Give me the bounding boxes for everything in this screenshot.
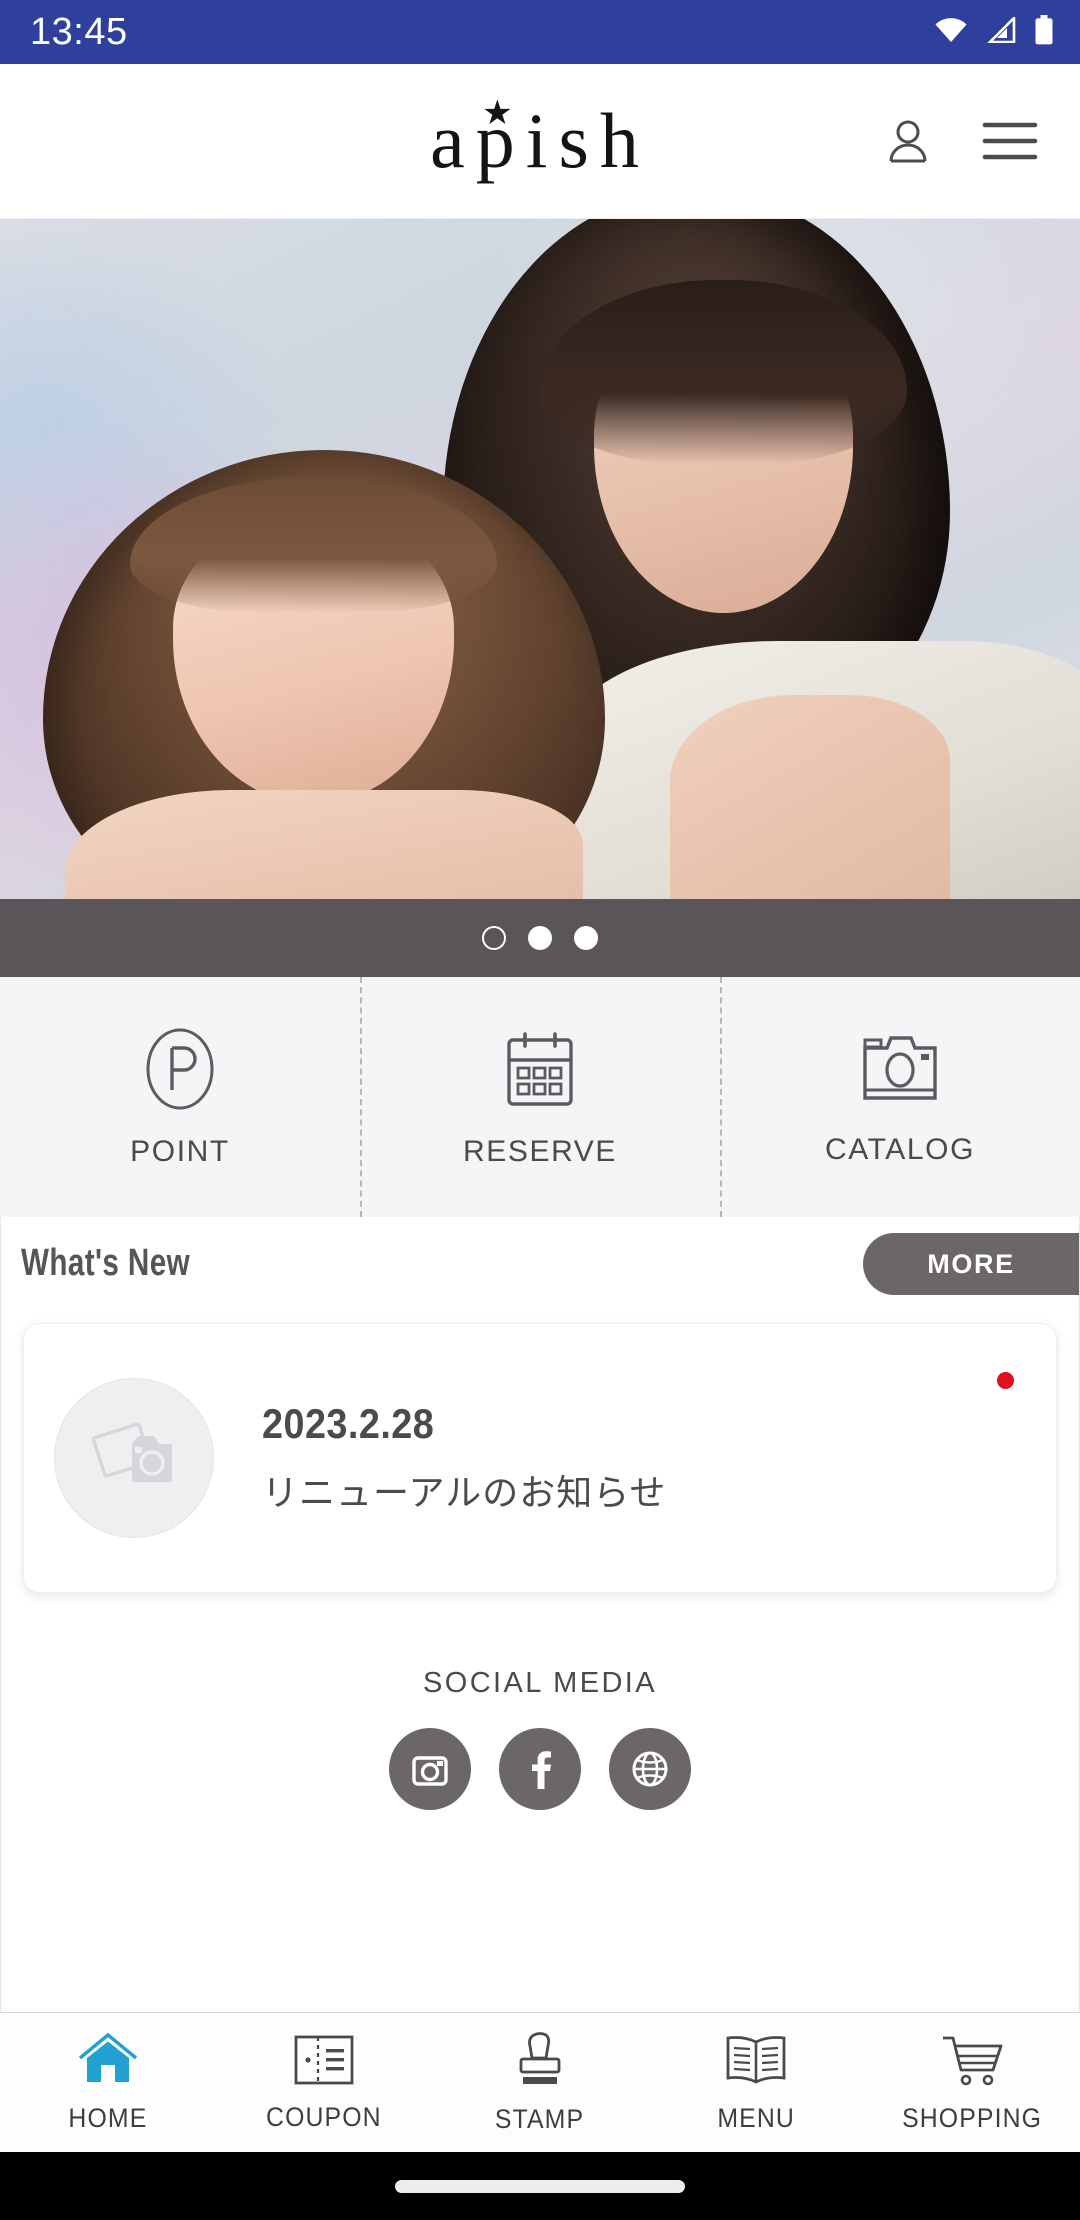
logo-star-icon: ★ xyxy=(482,94,513,132)
nav-item-home[interactable]: HOME xyxy=(0,2032,216,2134)
app-screen: 13:45 ★ apish POINT RESERVE CATALOG What… xyxy=(0,0,1080,2220)
photo-placeholder-icon xyxy=(88,1416,180,1501)
whats-new-more-button[interactable]: MORE xyxy=(863,1233,1079,1295)
cellular-signal-icon xyxy=(986,14,1016,48)
hero-slide-image xyxy=(0,219,1080,899)
nav-label: SHOPPING xyxy=(902,2102,1042,2133)
app-header: ★ apish xyxy=(0,64,1080,219)
news-title: リニューアルのお知らせ xyxy=(262,1472,667,1513)
bottom-navigation-bar: HOME COUPON STAMP MENU SHOPPING xyxy=(0,2012,1080,2152)
home-icon xyxy=(77,2032,139,2093)
status-bar: 13:45 xyxy=(0,0,1080,64)
status-icon-group xyxy=(934,14,1054,50)
quick-action-label: POINT xyxy=(130,1134,230,1168)
nav-label: STAMP xyxy=(495,2103,585,2134)
status-clock: 13:45 xyxy=(30,11,128,53)
instagram-icon[interactable] xyxy=(389,1728,471,1810)
news-list-item[interactable]: 2023.2.28 リニューアルのお知らせ xyxy=(23,1323,1057,1593)
carousel-indicator-strip xyxy=(0,899,1080,977)
social-media-title: SOCIAL MEDIA xyxy=(423,1667,657,1699)
home-indicator[interactable] xyxy=(395,2179,685,2193)
nav-item-shopping[interactable]: SHOPPING xyxy=(864,2032,1080,2134)
cart-icon xyxy=(939,2032,1005,2093)
quick-action-label: CATALOG xyxy=(824,1132,976,1166)
quick-action-point[interactable]: POINT xyxy=(0,977,360,1217)
quick-action-label: RESERVE xyxy=(462,1134,618,1168)
quick-action-catalog[interactable]: CATALOG xyxy=(720,977,1080,1217)
brand-logo[interactable]: ★ apish xyxy=(0,96,1080,180)
system-gesture-bar xyxy=(0,2152,1080,2220)
page-title: What's New xyxy=(21,1241,191,1284)
nav-item-coupon[interactable]: COUPON xyxy=(216,2033,432,2133)
news-thumbnail xyxy=(54,1378,214,1538)
calendar-icon xyxy=(500,1026,580,1117)
carousel-dot-1[interactable] xyxy=(482,926,506,950)
point-p-circle-icon xyxy=(143,1026,217,1117)
news-date: 2023.2.28 xyxy=(262,1400,435,1447)
social-links-row xyxy=(389,1728,691,1810)
quick-action-row: POINT RESERVE CATALOG xyxy=(0,977,1080,1217)
stamp-icon xyxy=(510,2031,570,2094)
camera-icon xyxy=(857,1028,943,1115)
wifi-icon xyxy=(934,17,968,48)
facebook-icon[interactable] xyxy=(499,1728,581,1810)
coupon-icon xyxy=(292,2033,356,2092)
nav-item-menu[interactable]: MENU xyxy=(648,2032,864,2134)
website-globe-icon[interactable] xyxy=(609,1728,691,1810)
logo-text: apish xyxy=(430,97,650,184)
carousel-dot-3[interactable] xyxy=(574,926,598,950)
carousel-dot-2[interactable] xyxy=(528,926,552,950)
battery-icon xyxy=(1034,14,1054,50)
social-media-section: SOCIAL MEDIA xyxy=(1,1667,1079,1810)
nav-label: COUPON xyxy=(266,2101,382,2132)
unread-badge xyxy=(997,1372,1014,1389)
menu-book-icon xyxy=(723,2032,789,2093)
whats-new-header: What's New MORE xyxy=(1,1217,1079,1309)
content-column: What's New MORE 2023.2.28 リニューアルのお知らせ SO… xyxy=(0,1217,1080,2012)
nav-item-stamp[interactable]: STAMP xyxy=(432,2031,648,2135)
news-text-block: 2023.2.28 リニューアルのお知らせ xyxy=(262,1400,666,1516)
quick-action-reserve[interactable]: RESERVE xyxy=(360,977,720,1217)
nav-label: MENU xyxy=(717,2102,795,2133)
hero-carousel[interactable] xyxy=(0,219,1080,899)
nav-label: HOME xyxy=(68,2102,148,2133)
